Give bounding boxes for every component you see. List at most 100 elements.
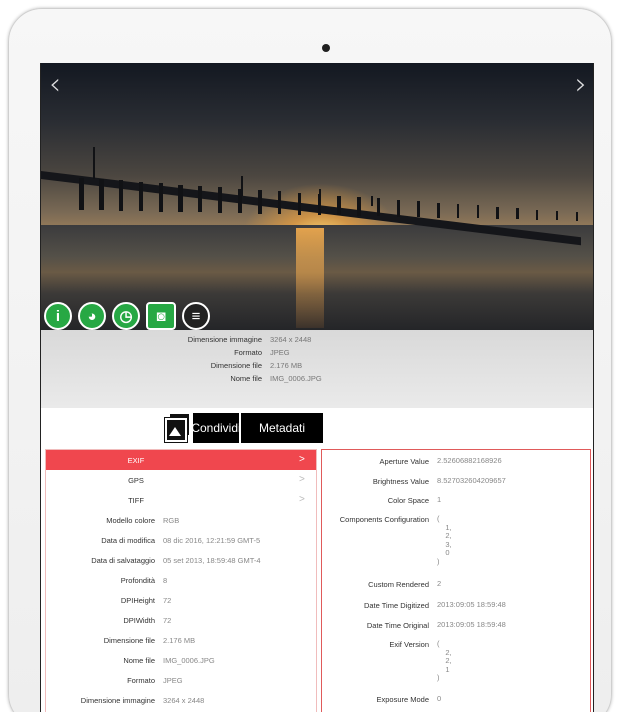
image-info-summary: Dimensione immagine 3264 x 2448 Formato … xyxy=(41,330,593,408)
metadata-key: Formato xyxy=(127,676,155,685)
next-photo-button[interactable]: › xyxy=(575,67,587,102)
camera-icon[interactable]: ◙ xyxy=(146,302,176,330)
exif-key: Custom Rendered xyxy=(368,580,429,589)
pier-post xyxy=(138,181,144,212)
pier-post xyxy=(118,180,124,211)
metadata-row: Data di salvataggio 05 set 2013, 18:59:4… xyxy=(46,550,316,570)
pier-post xyxy=(416,201,420,218)
exif-value: 0 xyxy=(437,694,442,703)
info-key: Formato xyxy=(234,348,262,357)
chevron-right-icon: > xyxy=(299,494,305,505)
exif-value: ( 2, 2, 1 ) xyxy=(437,639,452,682)
metadata-row: Modello colore RGB xyxy=(46,510,316,530)
metadata-value: 08 dic 2016, 12:21:59 GMT-5 xyxy=(163,536,261,545)
photo-viewer[interactable]: ‹ › xyxy=(41,63,593,330)
exif-detail-list[interactable]: Aperture Value 2.52606882168926 Brightne… xyxy=(321,449,591,712)
metadata-value: 72 xyxy=(163,616,172,625)
pier-post xyxy=(397,199,401,217)
gallery-icon[interactable] xyxy=(164,413,191,443)
pier-lamp xyxy=(371,196,373,206)
metadata-key: Nome file xyxy=(123,656,155,665)
share-button[interactable]: Condividi xyxy=(191,413,241,443)
pier-post xyxy=(476,205,480,219)
pier-post xyxy=(357,197,361,216)
info-key: Nome file xyxy=(230,374,262,383)
globe-icon[interactable]: ◕ xyxy=(78,302,106,330)
app-screen: ‹ › i ◕ ◷ ◙ ≡ Dimensione immagine 3264 x… xyxy=(40,63,594,712)
info-value: 2.176 MB xyxy=(270,361,303,370)
exif-key: Date Time Digitized xyxy=(363,601,429,610)
pier-post xyxy=(158,183,163,212)
exif-value: 2013:09:05 18:59:48 xyxy=(437,620,506,629)
pier-post xyxy=(516,208,519,220)
metadata-value: 3264 x 2448 xyxy=(163,696,205,705)
pier-post xyxy=(198,185,203,213)
category-label: TIFF xyxy=(128,496,144,505)
exif-key: Aperture Value xyxy=(379,457,429,466)
metadata-key: DPIWidth xyxy=(123,616,155,625)
info-row: Dimensione immagine 3264 x 2448 xyxy=(41,335,593,349)
previous-photo-button[interactable]: ‹ xyxy=(49,67,61,102)
metadata-row: DPIWidth 72 xyxy=(46,610,316,630)
category-label: EXIF xyxy=(127,456,145,465)
chevron-right-icon: > xyxy=(299,474,305,485)
info-row: Formato JPEG xyxy=(41,348,593,362)
metadata-key: Dimensione immagine xyxy=(80,696,155,705)
pier-post xyxy=(257,190,262,214)
exif-key: Exposure Mode xyxy=(376,695,429,704)
exif-key: Components Configuration xyxy=(339,515,429,524)
pier-post xyxy=(277,191,282,215)
front-camera xyxy=(322,44,330,52)
info-icon[interactable]: i xyxy=(44,302,72,330)
metadata-value: 8 xyxy=(163,576,168,585)
chevron-right-icon: > xyxy=(299,454,305,465)
exif-key: Exif Version xyxy=(389,640,429,649)
category-gps[interactable]: GPS > xyxy=(46,470,316,490)
exif-value: 2 xyxy=(437,579,442,588)
metadata-key: Dimensione file xyxy=(103,636,155,645)
exif-value: 2013:09:05 18:59:48 xyxy=(437,600,506,609)
metadata-row: Formato JPEG xyxy=(46,670,316,690)
exif-key: Brightness Value xyxy=(372,477,429,486)
metadata-key: Data di salvataggio xyxy=(91,556,155,565)
pier-post xyxy=(496,206,499,219)
metadata-row: Nome file IMG_0006.JPG xyxy=(46,650,316,670)
info-value: JPEG xyxy=(270,348,290,357)
metadata-value: RGB xyxy=(163,516,180,525)
category-tiff[interactable]: TIFF > xyxy=(46,490,316,510)
pier-post xyxy=(377,198,381,217)
pier-lamp xyxy=(319,189,321,203)
info-value: 3264 x 2448 xyxy=(270,335,312,344)
metadata-row: Dimensione immagine 3264 x 2448 xyxy=(46,690,316,710)
exif-value: 8.527032604209657 xyxy=(437,476,506,485)
exif-key: Date Time Original xyxy=(366,621,429,630)
category-label: GPS xyxy=(128,476,144,485)
category-exif[interactable]: EXIF > xyxy=(46,450,316,470)
info-key: Dimensione file xyxy=(210,361,262,370)
pier-lamp xyxy=(93,147,95,179)
pier-post xyxy=(297,192,302,215)
metadata-value: JPEG xyxy=(163,676,183,685)
pier-lamp xyxy=(241,176,243,196)
metadata-row: Data di modifica 08 dic 2016, 12:21:59 G… xyxy=(46,530,316,550)
info-tab-bar: i ◕ ◷ ◙ ≡ xyxy=(41,302,593,330)
metadata-button[interactable]: Metadati xyxy=(241,413,323,443)
metadata-value: 05 set 2013, 18:59:48 GMT-4 xyxy=(163,556,261,565)
exif-value: ( 1, 2, 3, 0 ) xyxy=(437,514,452,566)
action-toolbar: Condividi Metadati xyxy=(164,413,323,443)
pier-post xyxy=(556,210,559,221)
comment-icon[interactable]: ≡ xyxy=(182,302,210,330)
clock-icon[interactable]: ◷ xyxy=(112,302,140,330)
pier-post xyxy=(576,212,579,221)
metadata-row: DPIHeight 72 xyxy=(46,590,316,610)
metadata-key: Data di modifica xyxy=(101,536,155,545)
pier-post xyxy=(536,209,539,220)
pier-post xyxy=(178,184,183,212)
pier-post xyxy=(436,202,440,218)
pier-post xyxy=(337,195,341,216)
metadata-value: IMG_0006.JPG xyxy=(163,656,215,665)
info-row: Nome file IMG_0006.JPG xyxy=(41,374,593,388)
metadata-key: Profondità xyxy=(120,576,155,585)
pier-post xyxy=(98,179,104,211)
metadata-category-list: EXIF > GPS > TIFF > Modello colore RGB D… xyxy=(45,449,317,712)
